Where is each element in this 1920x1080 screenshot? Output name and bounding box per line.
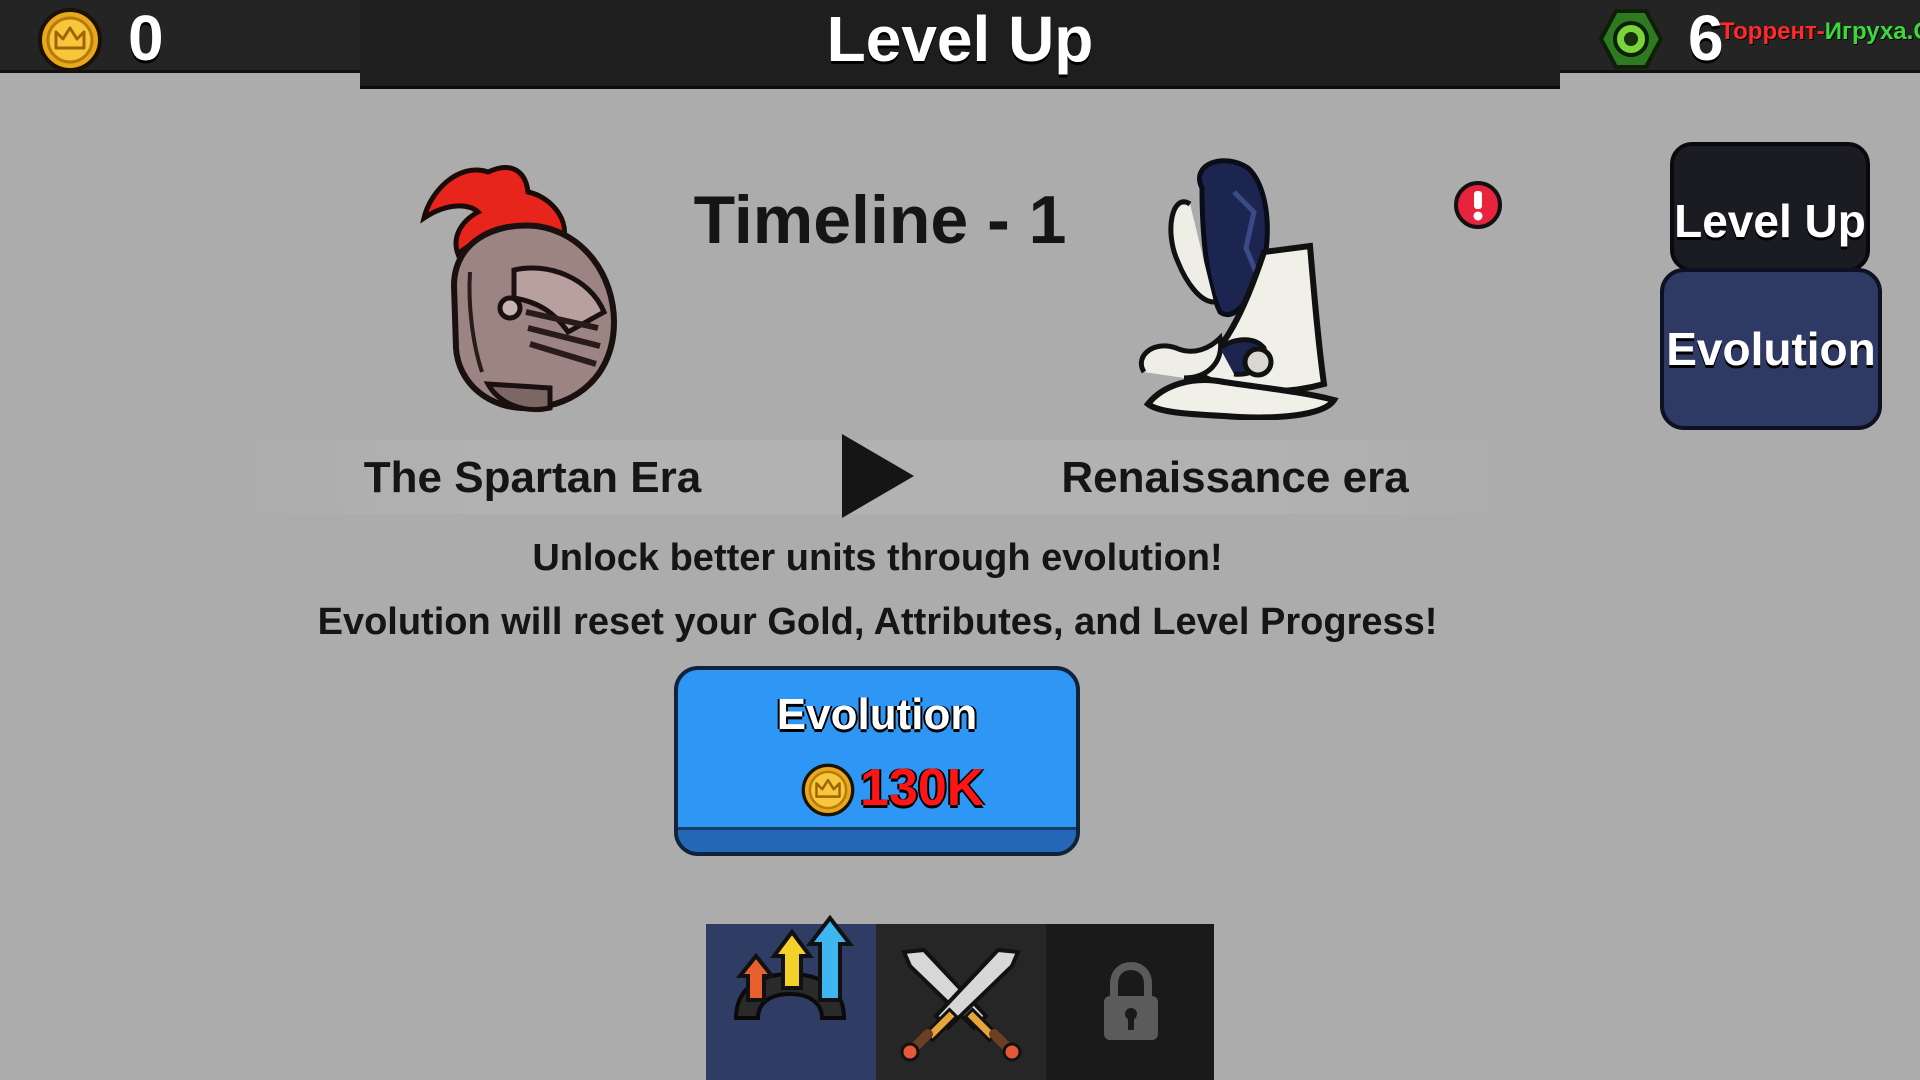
evolution-button[interactable]: Evolution 130K bbox=[674, 666, 1080, 856]
gold-coin-icon bbox=[38, 8, 102, 72]
gold-amount: 0 bbox=[128, 2, 164, 74]
evolution-price: 130K bbox=[860, 759, 985, 817]
padlock-icon bbox=[1104, 961, 1158, 1040]
upgrade-arrows-icon bbox=[733, 914, 855, 1020]
evolution-description: Unlock better units through evolution! bbox=[532, 537, 1223, 579]
tab-locked[interactable] bbox=[1046, 924, 1214, 1080]
current-era-label: The Spartan Era bbox=[363, 453, 702, 502]
evolution-button-shadow bbox=[678, 827, 1076, 852]
evolution-warning: Evolution will reset your Gold, Attribut… bbox=[317, 601, 1438, 643]
evolution-button-label: Evolution bbox=[776, 690, 978, 739]
tab-battle[interactable] bbox=[876, 924, 1046, 1080]
alert-badge-icon bbox=[1454, 181, 1502, 229]
timeline-title: Timeline - 1 bbox=[693, 182, 1067, 258]
crossed-swords-icon bbox=[900, 947, 1022, 1062]
gold-crown-coin-icon bbox=[801, 763, 855, 817]
gem-amount: 6 bbox=[1688, 2, 1724, 74]
play-arrow-icon bbox=[842, 434, 914, 518]
tab-upgrades[interactable] bbox=[706, 914, 876, 1080]
watermark-text: Торрент-Игруха.Орг bbox=[1720, 18, 1920, 45]
page-title: Level Up bbox=[826, 3, 1094, 75]
next-era-label: Renaissance era bbox=[1061, 453, 1409, 502]
feathered-hat-icon bbox=[1138, 158, 1339, 420]
side-tab-level-up[interactable]: Level Up bbox=[1670, 142, 1870, 272]
knight-helmet-icon bbox=[420, 165, 618, 412]
side-tab-evolution[interactable]: Evolution bbox=[1660, 268, 1882, 430]
gem-icon bbox=[1598, 9, 1664, 69]
